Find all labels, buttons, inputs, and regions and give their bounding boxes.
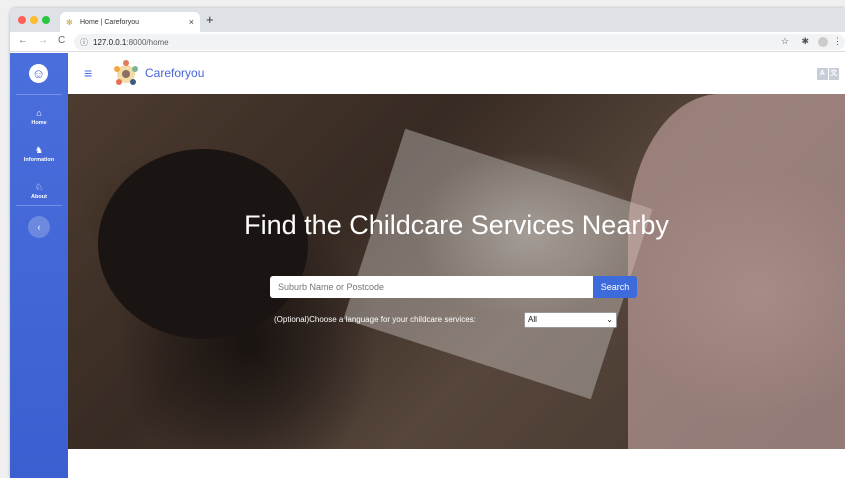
sidebar-brand-icon[interactable]: ☺ xyxy=(29,64,48,83)
hero-title: Find the Childcare Services Nearby xyxy=(244,210,669,240)
sidebar-item-label: About xyxy=(31,194,47,200)
extensions-icon[interactable]: ✱ xyxy=(801,36,809,47)
topbar: ≡ Careforyou A 文 xyxy=(68,53,845,94)
maximize-window-button[interactable] xyxy=(42,16,50,24)
browser-window: ✻ Home | Careforyou × + ← → C ⓘ 127.0.0.… xyxy=(10,8,845,478)
site-favicon-icon: ✻ xyxy=(66,17,73,27)
content-section xyxy=(68,449,845,478)
hero-banner: Find the Childcare Services Nearby Searc… xyxy=(68,94,845,449)
profile-avatar[interactable] xyxy=(818,37,828,47)
search-input[interactable] xyxy=(270,276,593,298)
close-window-button[interactable] xyxy=(18,16,26,24)
sidebar-item-about[interactable]: ♘ About xyxy=(10,182,68,200)
language-label: (Optional)Choose a language for your chi… xyxy=(274,315,476,324)
tab-strip: ✻ Home | Careforyou × + xyxy=(10,8,845,32)
menu-toggle-icon[interactable]: ≡ xyxy=(84,65,92,81)
language-select[interactable]: All ⌄ xyxy=(524,312,617,328)
forward-icon[interactable]: → xyxy=(38,35,48,46)
address-bar[interactable]: ⓘ 127.0.0.1 :8000/home ☆ ✱ ⋮ xyxy=(74,34,845,50)
new-tab-button[interactable]: + xyxy=(206,13,214,27)
chevron-down-icon: ⌄ xyxy=(606,315,613,324)
language-select-value: All xyxy=(528,315,537,324)
horse-icon: ♘ xyxy=(34,182,44,192)
translate-a-icon: A xyxy=(817,68,828,80)
browser-tab[interactable]: ✻ Home | Careforyou × xyxy=(60,12,200,32)
minimize-window-button[interactable] xyxy=(30,16,38,24)
browser-toolbar: ← → C ⓘ 127.0.0.1 :8000/home ☆ ✱ ⋮ xyxy=(10,32,845,52)
url-host: 127.0.0.1 xyxy=(93,37,127,47)
site-info-icon[interactable]: ⓘ xyxy=(80,37,88,48)
sidebar-item-information[interactable]: ♞ Information xyxy=(10,145,68,163)
bookmark-star-icon[interactable]: ☆ xyxy=(781,36,789,47)
home-icon: ⌂ xyxy=(36,108,42,118)
sidebar-divider xyxy=(16,205,62,206)
sidebar-collapse-button[interactable]: ‹ xyxy=(28,216,50,238)
tab-close-icon[interactable]: × xyxy=(189,17,194,27)
translate-button[interactable]: A 文 xyxy=(817,68,839,80)
back-icon[interactable]: ← xyxy=(18,35,28,46)
sidebar-divider xyxy=(16,94,62,95)
brand-name[interactable]: Careforyou xyxy=(145,66,204,80)
sidebar-item-label: Home xyxy=(31,120,47,126)
sidebar: ☺ ⌂ Home ♞ Information ♘ About ‹ xyxy=(10,53,68,478)
more-menu-icon[interactable]: ⋮ xyxy=(833,36,842,47)
translate-zh-icon: 文 xyxy=(828,68,839,80)
sidebar-item-label: Information xyxy=(23,157,55,163)
url-path: :8000/home xyxy=(126,37,169,47)
reload-icon[interactable]: C xyxy=(58,35,65,46)
sitemap-icon: ♞ xyxy=(34,145,44,155)
search-button[interactable]: Search xyxy=(593,276,637,298)
tab-title: Home | Careforyou xyxy=(80,18,140,26)
sidebar-item-home[interactable]: ⌂ Home xyxy=(10,108,68,126)
careforyou-logo[interactable] xyxy=(110,58,143,88)
